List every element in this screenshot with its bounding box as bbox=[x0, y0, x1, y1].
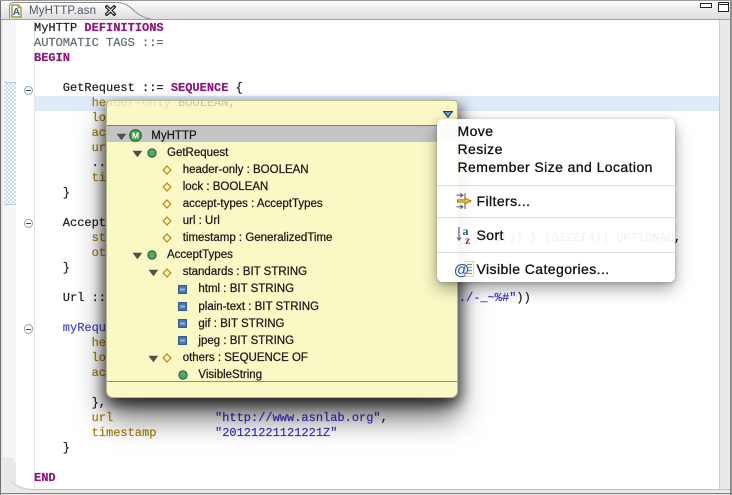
svg-text:M: M bbox=[132, 130, 139, 140]
svg-text:@: @ bbox=[455, 262, 469, 278]
svg-text:A: A bbox=[13, 6, 21, 18]
svg-text:z: z bbox=[465, 233, 471, 245]
